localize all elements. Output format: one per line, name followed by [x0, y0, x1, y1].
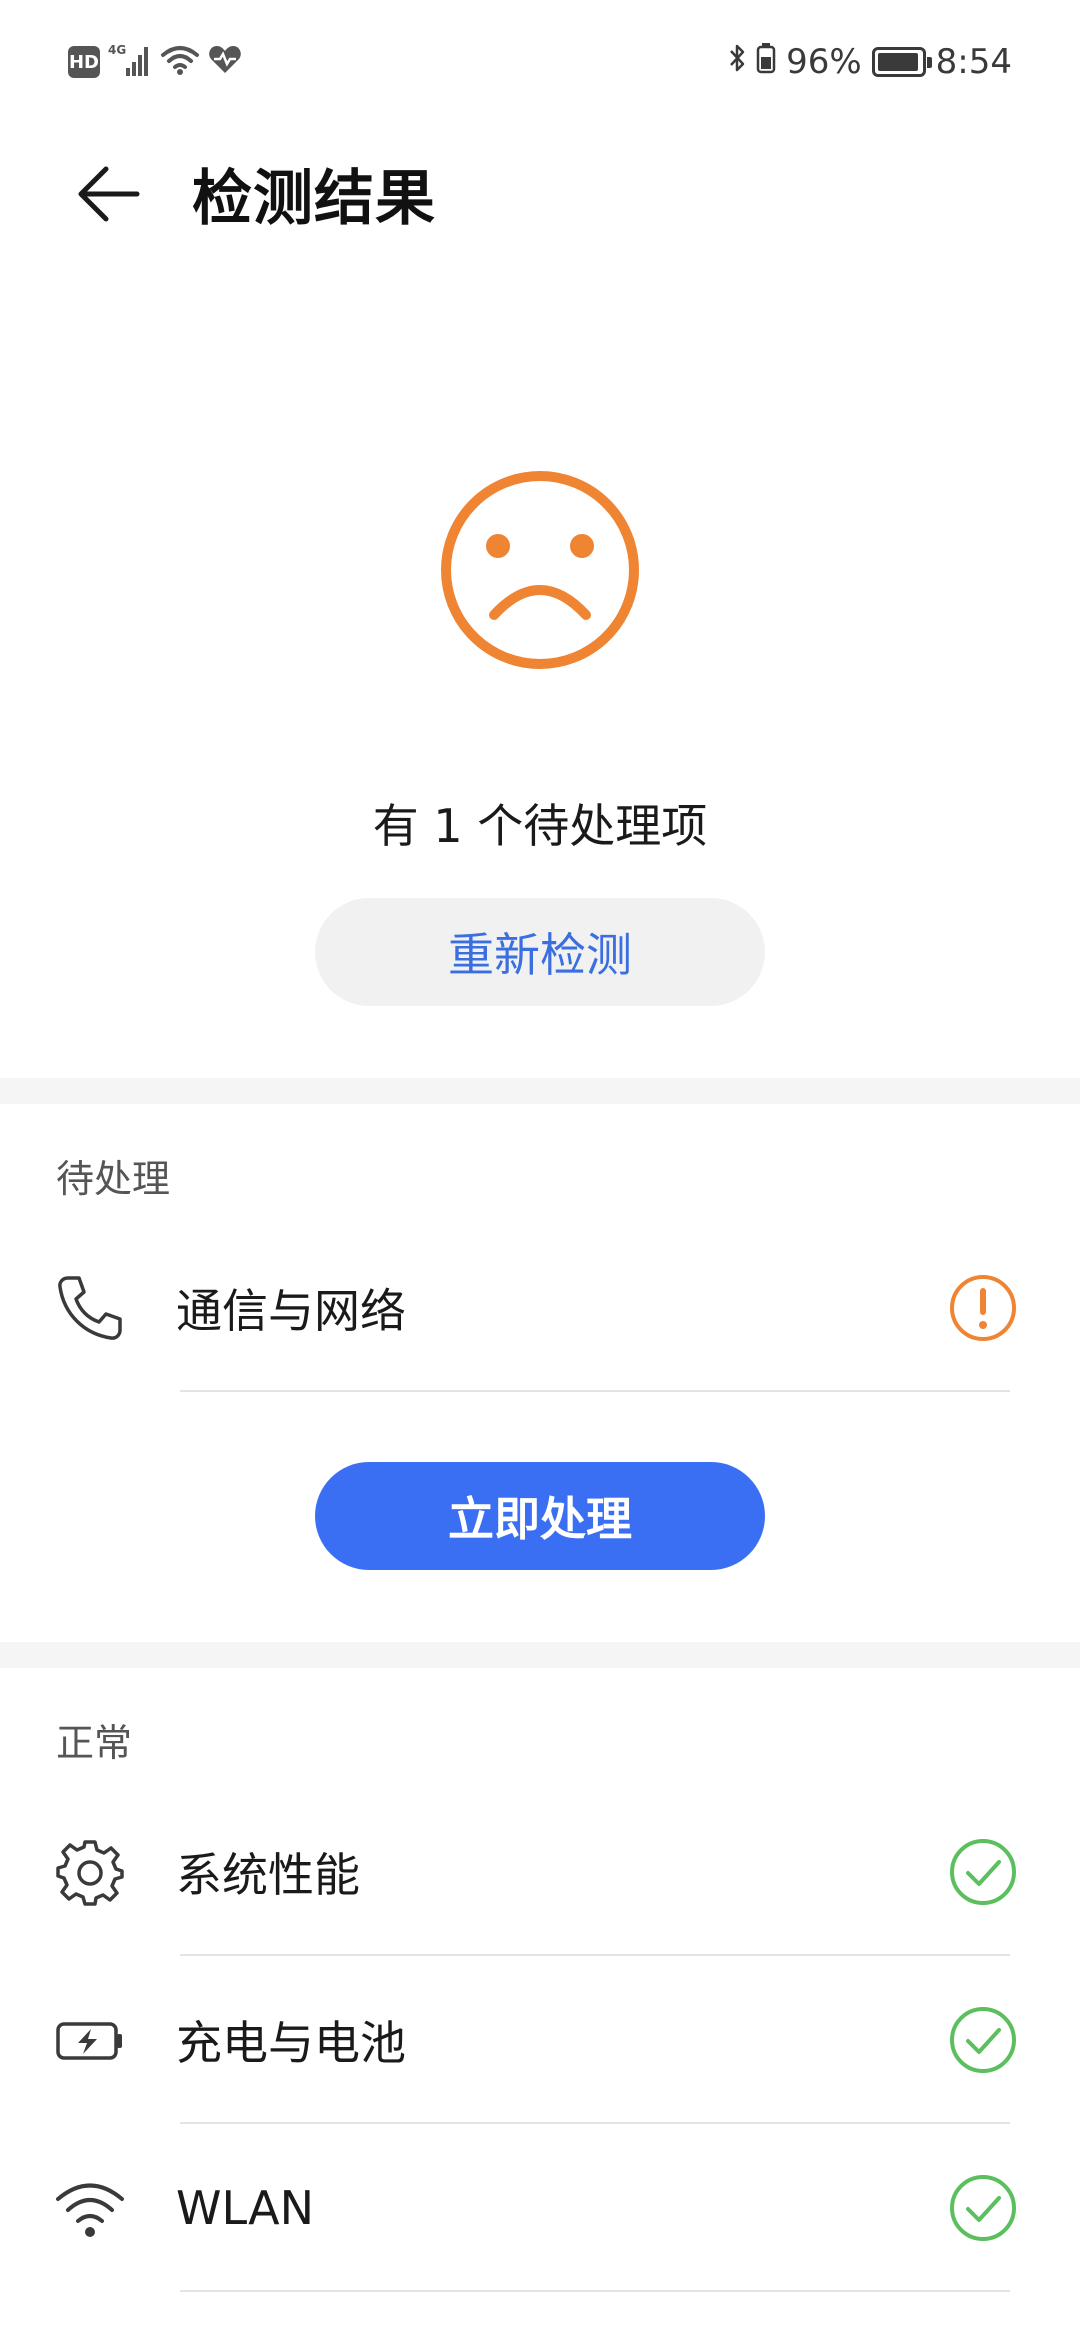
- list-item-system-performance[interactable]: 系统性能: [0, 1788, 1080, 1956]
- battery-saver-icon: [756, 42, 776, 83]
- status-right: 96% 8:54: [728, 38, 1012, 86]
- svg-text:4G: 4G: [108, 43, 126, 57]
- check-icon: [948, 2173, 1018, 2243]
- item-label: 充电与电池: [176, 2016, 406, 2070]
- item-label: WLAN: [176, 2181, 315, 2235]
- item-divider: [180, 2290, 1010, 2292]
- phone-icon: [52, 1270, 128, 1346]
- back-button[interactable]: [58, 144, 158, 244]
- section-divider: [0, 1078, 1080, 1104]
- battery-icon: [871, 47, 932, 77]
- clock-time: 8:54: [935, 42, 1012, 82]
- section-divider: [0, 1642, 1080, 1668]
- list-item-wlan[interactable]: WLAN: [0, 2124, 1080, 2292]
- fix-now-button[interactable]: 立即处理: [315, 1462, 765, 1570]
- status-left-icons: HD 4G: [68, 38, 242, 86]
- hd-icon: HD: [68, 46, 100, 78]
- item-divider: [180, 1390, 1010, 1392]
- normal-section-title: 正常: [56, 1721, 133, 1765]
- warning-icon: [948, 1273, 1018, 1343]
- 4g-signal-icon: 4G: [108, 42, 152, 82]
- status-bar: HD 4G 96% 8:54: [0, 0, 1080, 120]
- result-summary: 有 1 个待处理项: [372, 799, 708, 853]
- recheck-button[interactable]: 重新检测: [315, 898, 765, 1006]
- app-header: 检测结果: [0, 120, 1080, 255]
- list-item-charging-battery[interactable]: 充电与电池: [0, 1956, 1080, 2124]
- bluetooth-icon: [728, 42, 746, 83]
- battery-level: [877, 53, 918, 71]
- wifi-icon: [160, 44, 200, 80]
- wifi-icon: [52, 2170, 128, 2246]
- sad-face-icon: [440, 470, 640, 670]
- gear-icon: [52, 1834, 128, 1910]
- check-icon: [948, 1837, 1018, 1907]
- list-item-network[interactable]: 通信与网络: [0, 1224, 1080, 1392]
- pending-section-title: 待处理: [56, 1157, 171, 1201]
- health-heart-icon: [208, 44, 242, 80]
- item-label: 通信与网络: [176, 1284, 406, 1338]
- check-icon: [948, 2005, 1018, 2075]
- battery-percent: 96%: [786, 42, 862, 82]
- item-label: 系统性能: [176, 1848, 360, 1902]
- battery-charging-icon: [52, 2002, 128, 2078]
- page-title: 检测结果: [192, 164, 436, 234]
- arrow-left-icon: [78, 166, 140, 222]
